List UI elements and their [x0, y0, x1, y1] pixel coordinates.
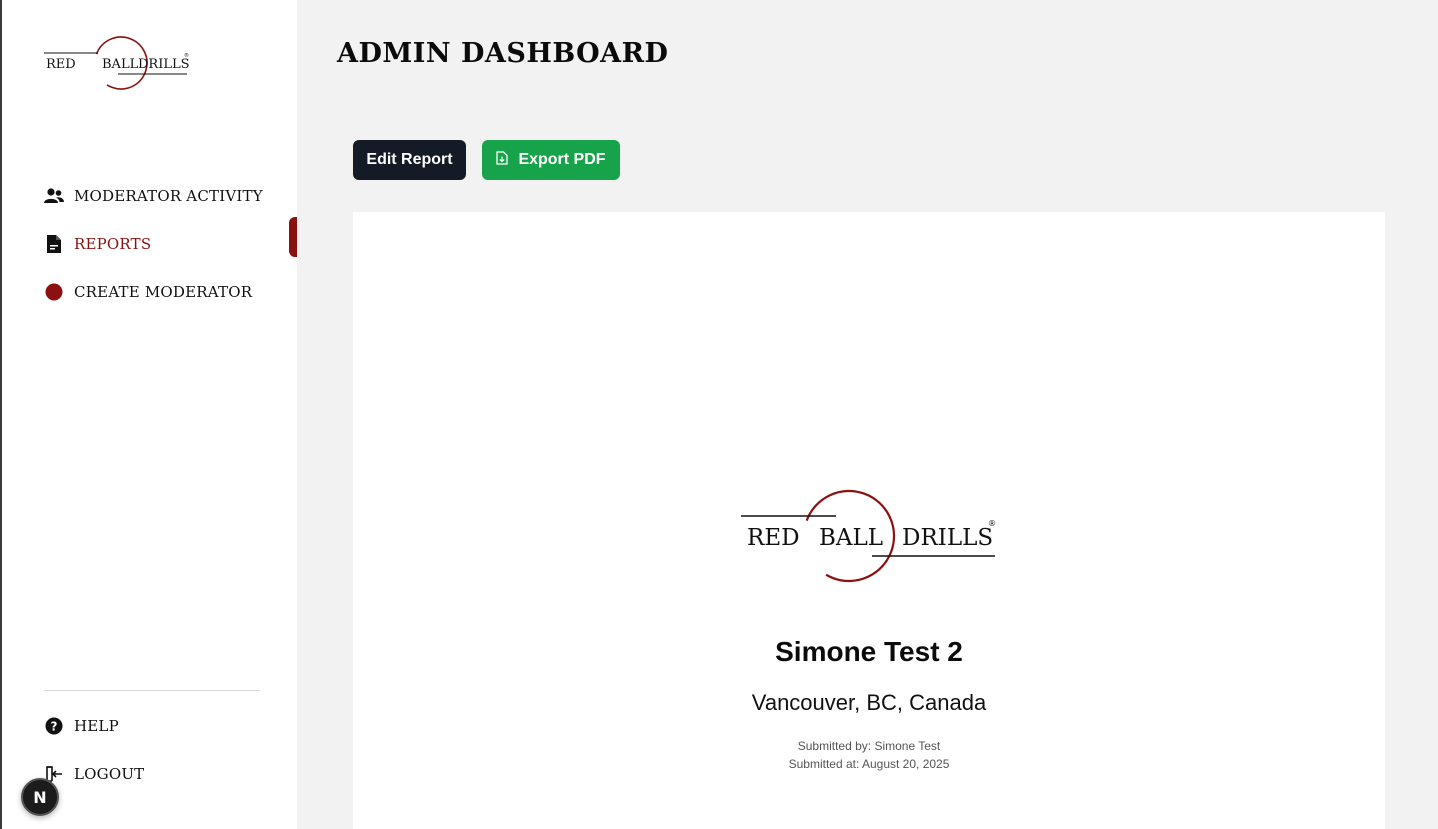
sidebar-item-label: HELP — [74, 717, 119, 735]
svg-text:RED: RED — [747, 525, 800, 551]
edit-report-label: Edit Report — [366, 151, 453, 168]
report-title: Simone Test 2 — [775, 636, 963, 667]
svg-text:®: ® — [184, 52, 189, 59]
report-preview: RED BALL DRILLS ® Simone Test 2 Vancouve… — [353, 212, 1385, 829]
svg-text:RED: RED — [46, 57, 76, 72]
export-pdf-button[interactable]: Export PDF — [482, 140, 620, 180]
brand-logo[interactable]: RED BALL DRILLS ® — [42, 34, 190, 92]
svg-text:DRILLS: DRILLS — [138, 57, 190, 72]
sidebar-item-moderator-activity[interactable]: MODERATOR ACTIVITY — [44, 172, 299, 220]
red-dot-icon — [44, 282, 64, 302]
sidebar-item-label: LOGOUT — [74, 765, 145, 783]
users-icon — [44, 186, 64, 206]
sidebar-item-label: REPORTS — [74, 235, 152, 253]
svg-text:®: ® — [988, 519, 996, 528]
document-icon — [44, 234, 64, 254]
svg-text:BALL: BALL — [102, 57, 139, 72]
sidebar-item-help[interactable]: ? HELP — [44, 702, 299, 750]
sidebar-item-create-moderator[interactable]: CREATE MODERATOR — [44, 268, 299, 316]
sidebar-bottom-nav: ? HELP LOGOUT — [44, 702, 299, 798]
svg-text:BALL: BALL — [819, 525, 883, 551]
report-location: Vancouver, BC, Canada — [751, 690, 987, 715]
submitted-at: Submitted at: August 20, 2025 — [788, 757, 950, 771]
sidebar-item-reports[interactable]: REPORTS — [44, 220, 299, 268]
sidebar-item-label: MODERATOR ACTIVITY — [74, 187, 263, 205]
file-download-icon — [496, 150, 509, 170]
page-title: ADMIN DASHBOARD — [337, 38, 669, 69]
sidebar-divider — [44, 690, 260, 691]
report-brand-logo: RED BALL DRILLS ® — [741, 489, 996, 583]
edit-report-button[interactable]: Edit Report — [353, 140, 466, 180]
svg-text:?: ? — [51, 720, 58, 734]
svg-text:DRILLS: DRILLS — [902, 525, 993, 551]
sidebar-nav: MODERATOR ACTIVITY REPORTS CREATE MODERA… — [44, 172, 299, 316]
report-metadata: Submitted by: Simone Test Submitted at: … — [353, 737, 1385, 773]
sidebar-item-label: CREATE MODERATOR — [74, 283, 253, 301]
dev-tools-badge[interactable]: N — [21, 778, 59, 816]
active-nav-indicator — [289, 217, 297, 257]
export-pdf-label: Export PDF — [518, 151, 606, 168]
sidebar-item-logout[interactable]: LOGOUT — [44, 750, 299, 798]
submitted-by: Submitted by: Simone Test — [797, 739, 941, 753]
help-circle-icon: ? — [44, 716, 64, 736]
sidebar: RED BALL DRILLS ® MODERATOR ACTIVITY REP… — [0, 0, 297, 829]
